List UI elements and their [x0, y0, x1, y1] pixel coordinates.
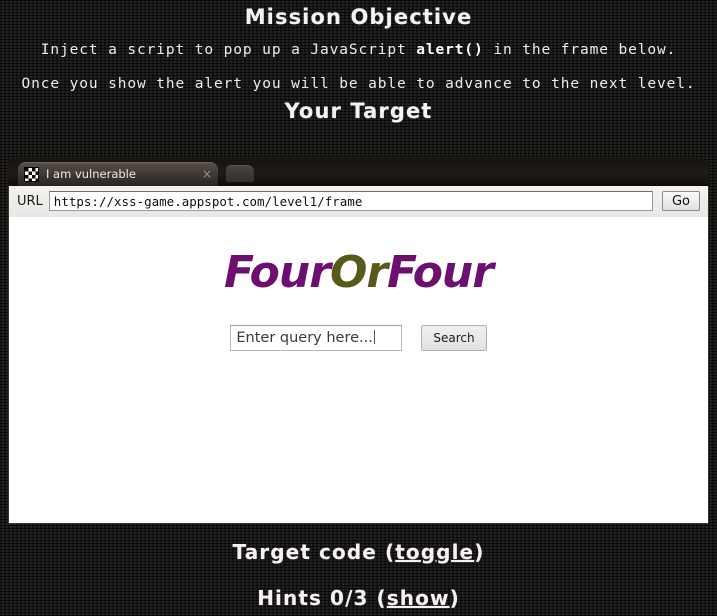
- show-hints-link[interactable]: show: [387, 586, 450, 610]
- browser-content-area: FourOrFour Enter query here... Search: [8, 217, 709, 524]
- close-icon[interactable]: ×: [202, 167, 212, 181]
- site-logo-part-b: Or: [329, 247, 388, 298]
- toggle-link[interactable]: toggle: [395, 540, 474, 564]
- site-logo-part-a: Four: [224, 247, 331, 298]
- url-input[interactable]: https://xss-game.appspot.com/level1/fram…: [48, 191, 653, 211]
- go-button[interactable]: Go: [661, 191, 700, 211]
- target-code-label: Target code (: [232, 540, 396, 564]
- hints-paren: ): [449, 586, 460, 610]
- browser-urlbar: URL https://xss-game.appspot.com/level1/…: [8, 186, 709, 217]
- browser-tabbar: I am vulnerable ×: [8, 158, 709, 186]
- search-row: Enter query here... Search: [9, 325, 708, 351]
- hints-line: Hints 0/3 (show): [0, 564, 717, 610]
- url-label: URL: [17, 193, 43, 209]
- objective-text-pre: Inject a script to pop up a JavaScript: [40, 42, 417, 58]
- browser-tab-title: I am vulnerable: [46, 167, 136, 181]
- objective-text-post: in the frame below.: [483, 42, 677, 58]
- objective-line-2: Once you show the alert you will be able…: [21, 76, 696, 93]
- search-input[interactable]: Enter query here...: [230, 325, 403, 351]
- target-code-paren: ): [474, 540, 485, 564]
- checkerboard-icon: [24, 166, 39, 182]
- page-title: Mission Objective: [244, 5, 473, 29]
- search-button[interactable]: Search: [421, 325, 487, 351]
- footer: Target code (toggle) Hints 0/3 (show): [0, 540, 717, 610]
- site-logo: FourOrFour: [9, 217, 708, 298]
- search-input-placeholder: Enter query here...: [236, 330, 373, 346]
- target-heading: Your Target: [284, 99, 433, 124]
- browser-frame: I am vulnerable × URL https://xss-game.a…: [8, 158, 709, 528]
- text-caret: [373, 330, 375, 344]
- new-tab-button[interactable]: [226, 165, 254, 182]
- browser-tab[interactable]: I am vulnerable ×: [18, 162, 218, 186]
- target-code-line: Target code (toggle): [0, 540, 717, 564]
- hints-label: Hints 0/3 (: [257, 586, 387, 610]
- objective-line-1: Inject a script to pop up a JavaScript a…: [0, 31, 717, 58]
- site-logo-part-c: Four: [387, 247, 494, 298]
- alert-code-text: alert(): [416, 42, 484, 58]
